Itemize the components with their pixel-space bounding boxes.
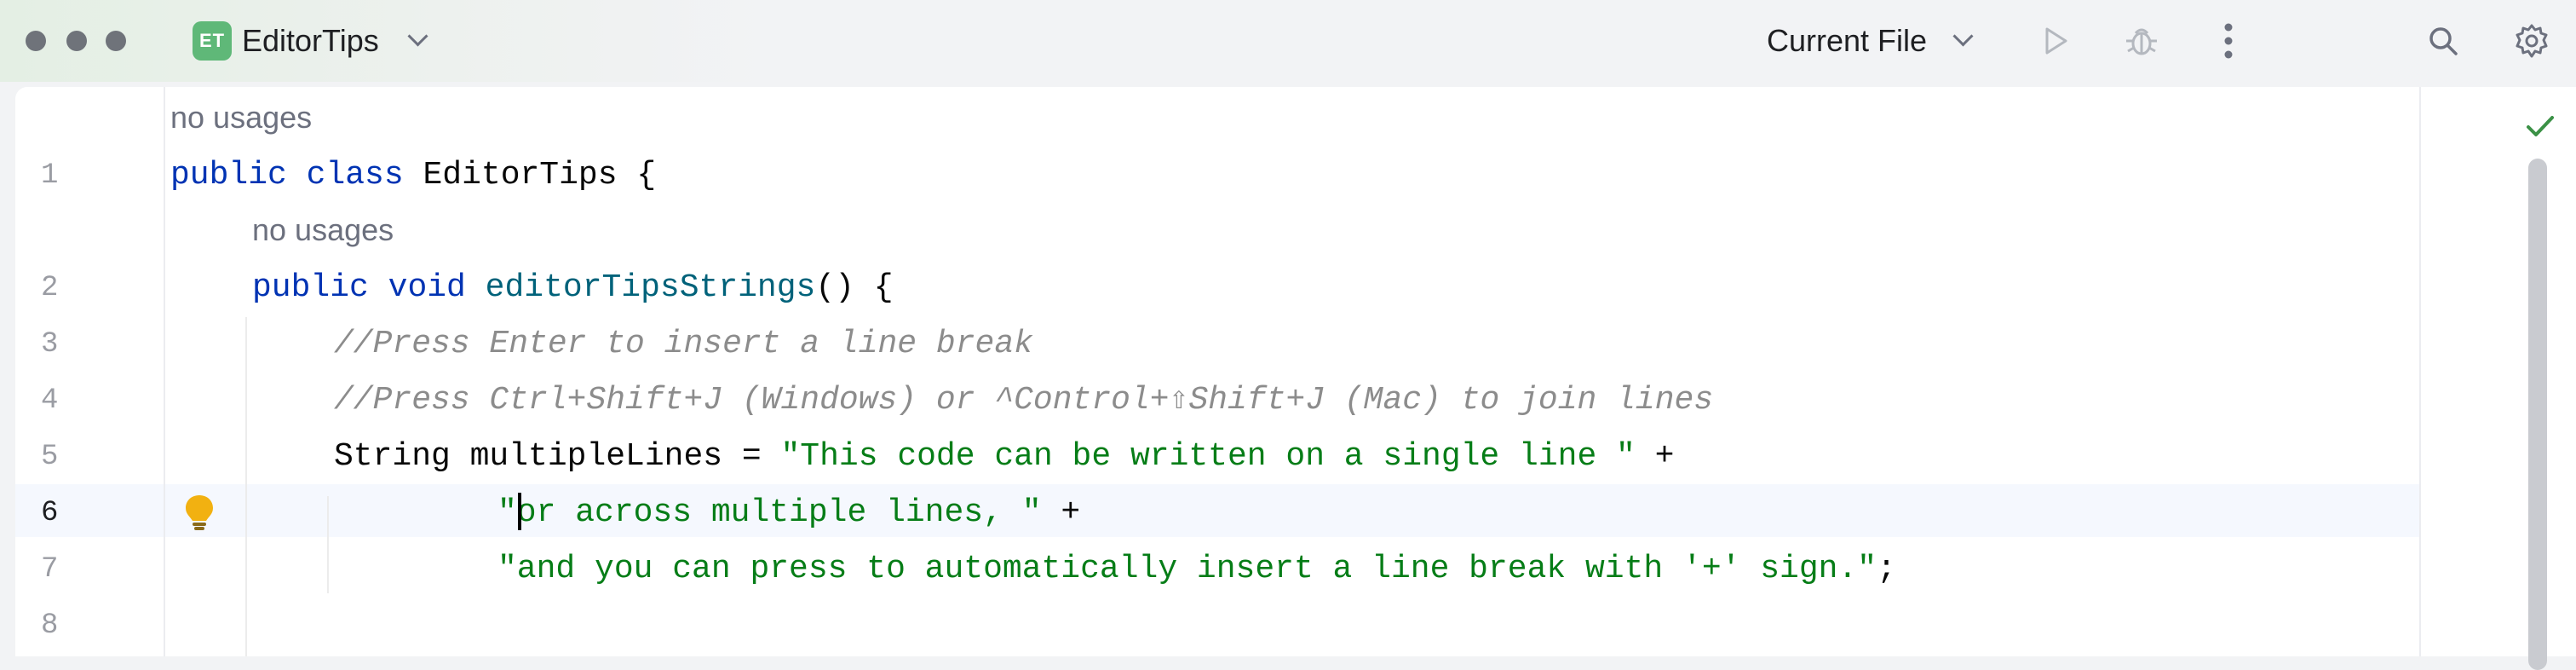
line-number: 4 bbox=[41, 384, 59, 417]
class-name: EditorTips bbox=[423, 157, 618, 193]
lightbulb-icon bbox=[186, 495, 213, 530]
semicolon: ; bbox=[1877, 551, 1896, 587]
line-number: 1 bbox=[41, 159, 59, 192]
code-line-1[interactable]: public class EditorTips { bbox=[170, 157, 656, 194]
settings-icon bbox=[2516, 24, 2548, 58]
title-bar: ET EditorTips Current File bbox=[0, 0, 2576, 82]
project-name: EditorTips bbox=[242, 23, 379, 58]
line-number: 5 bbox=[41, 441, 59, 473]
close-window-button[interactable] bbox=[26, 31, 46, 51]
text-caret bbox=[518, 493, 521, 530]
code-line-6[interactable]: "or across multiple lines, " + bbox=[497, 494, 1080, 532]
parens-brace: () { bbox=[815, 269, 894, 306]
line-number: 2 bbox=[41, 272, 59, 304]
line-number: 3 bbox=[41, 328, 59, 361]
keyword: void bbox=[388, 269, 466, 306]
usages-inlay-hint[interactable]: no usages bbox=[170, 99, 312, 136]
code-line-2[interactable]: public void editorTipsStrings() { bbox=[252, 269, 894, 307]
debug-icon bbox=[2126, 28, 2157, 55]
usages-inlay-hint[interactable]: no usages bbox=[252, 211, 394, 249]
code-line-5[interactable]: String multipleLines = "This code can be… bbox=[334, 438, 1674, 476]
indent-guide bbox=[245, 317, 247, 656]
string-literal: "and you can press to automatically inse… bbox=[497, 551, 1877, 587]
code-editor[interactable]: 1 2 3 4 5 6 7 8 no usages no usages publ… bbox=[15, 87, 2576, 670]
error-stripe-divider bbox=[2419, 87, 2421, 656]
indent-guide bbox=[327, 496, 329, 593]
more-icon bbox=[2224, 23, 2233, 59]
project-badge: ET bbox=[193, 21, 232, 61]
declaration: String multipleLines = bbox=[334, 438, 781, 475]
search-icon bbox=[2429, 27, 2458, 55]
line-number-current: 6 bbox=[41, 497, 59, 529]
current-line-highlight bbox=[15, 484, 2419, 537]
run-icon bbox=[2045, 27, 2067, 55]
chevron-down-icon bbox=[407, 26, 428, 47]
zoom-window-button[interactable] bbox=[106, 31, 126, 51]
line-number: 8 bbox=[41, 609, 59, 642]
more-actions-button[interactable] bbox=[2208, 20, 2249, 61]
run-configuration-label: Current File bbox=[1767, 23, 1928, 58]
vertical-scrollbar[interactable] bbox=[2528, 159, 2547, 670]
code-line-4-comment[interactable]: //Press Ctrl+Shift+J (Windows) or ^Contr… bbox=[334, 382, 1713, 419]
keyword: public bbox=[170, 157, 287, 193]
run-button[interactable] bbox=[2034, 20, 2075, 61]
brace: { bbox=[636, 157, 657, 193]
gutter-divider bbox=[164, 87, 165, 656]
code-line-7[interactable]: "and you can press to automatically inse… bbox=[497, 551, 1896, 588]
method-name: editorTipsStrings bbox=[485, 269, 816, 306]
keyword: public bbox=[252, 269, 369, 306]
minimize-window-button[interactable] bbox=[66, 31, 87, 51]
settings-button[interactable] bbox=[2511, 20, 2552, 61]
debug-button[interactable] bbox=[2121, 20, 2162, 61]
string-literal: "or across multiple lines, " bbox=[497, 494, 1042, 531]
line-number: 7 bbox=[41, 553, 59, 586]
search-everywhere-button[interactable] bbox=[2423, 20, 2464, 61]
intention-bulb-button[interactable] bbox=[182, 493, 216, 532]
check-icon bbox=[2527, 116, 2554, 136]
operator: + bbox=[1635, 438, 1675, 475]
code-line-3-comment[interactable]: //Press Enter to insert a line break bbox=[334, 326, 1033, 363]
inspection-widget[interactable] bbox=[2525, 111, 2556, 142]
string-literal: "This code can be written on a single li… bbox=[780, 438, 1636, 475]
chevron-down-icon bbox=[1952, 26, 1974, 47]
operator: + bbox=[1041, 494, 1081, 531]
keyword: class bbox=[306, 157, 404, 193]
